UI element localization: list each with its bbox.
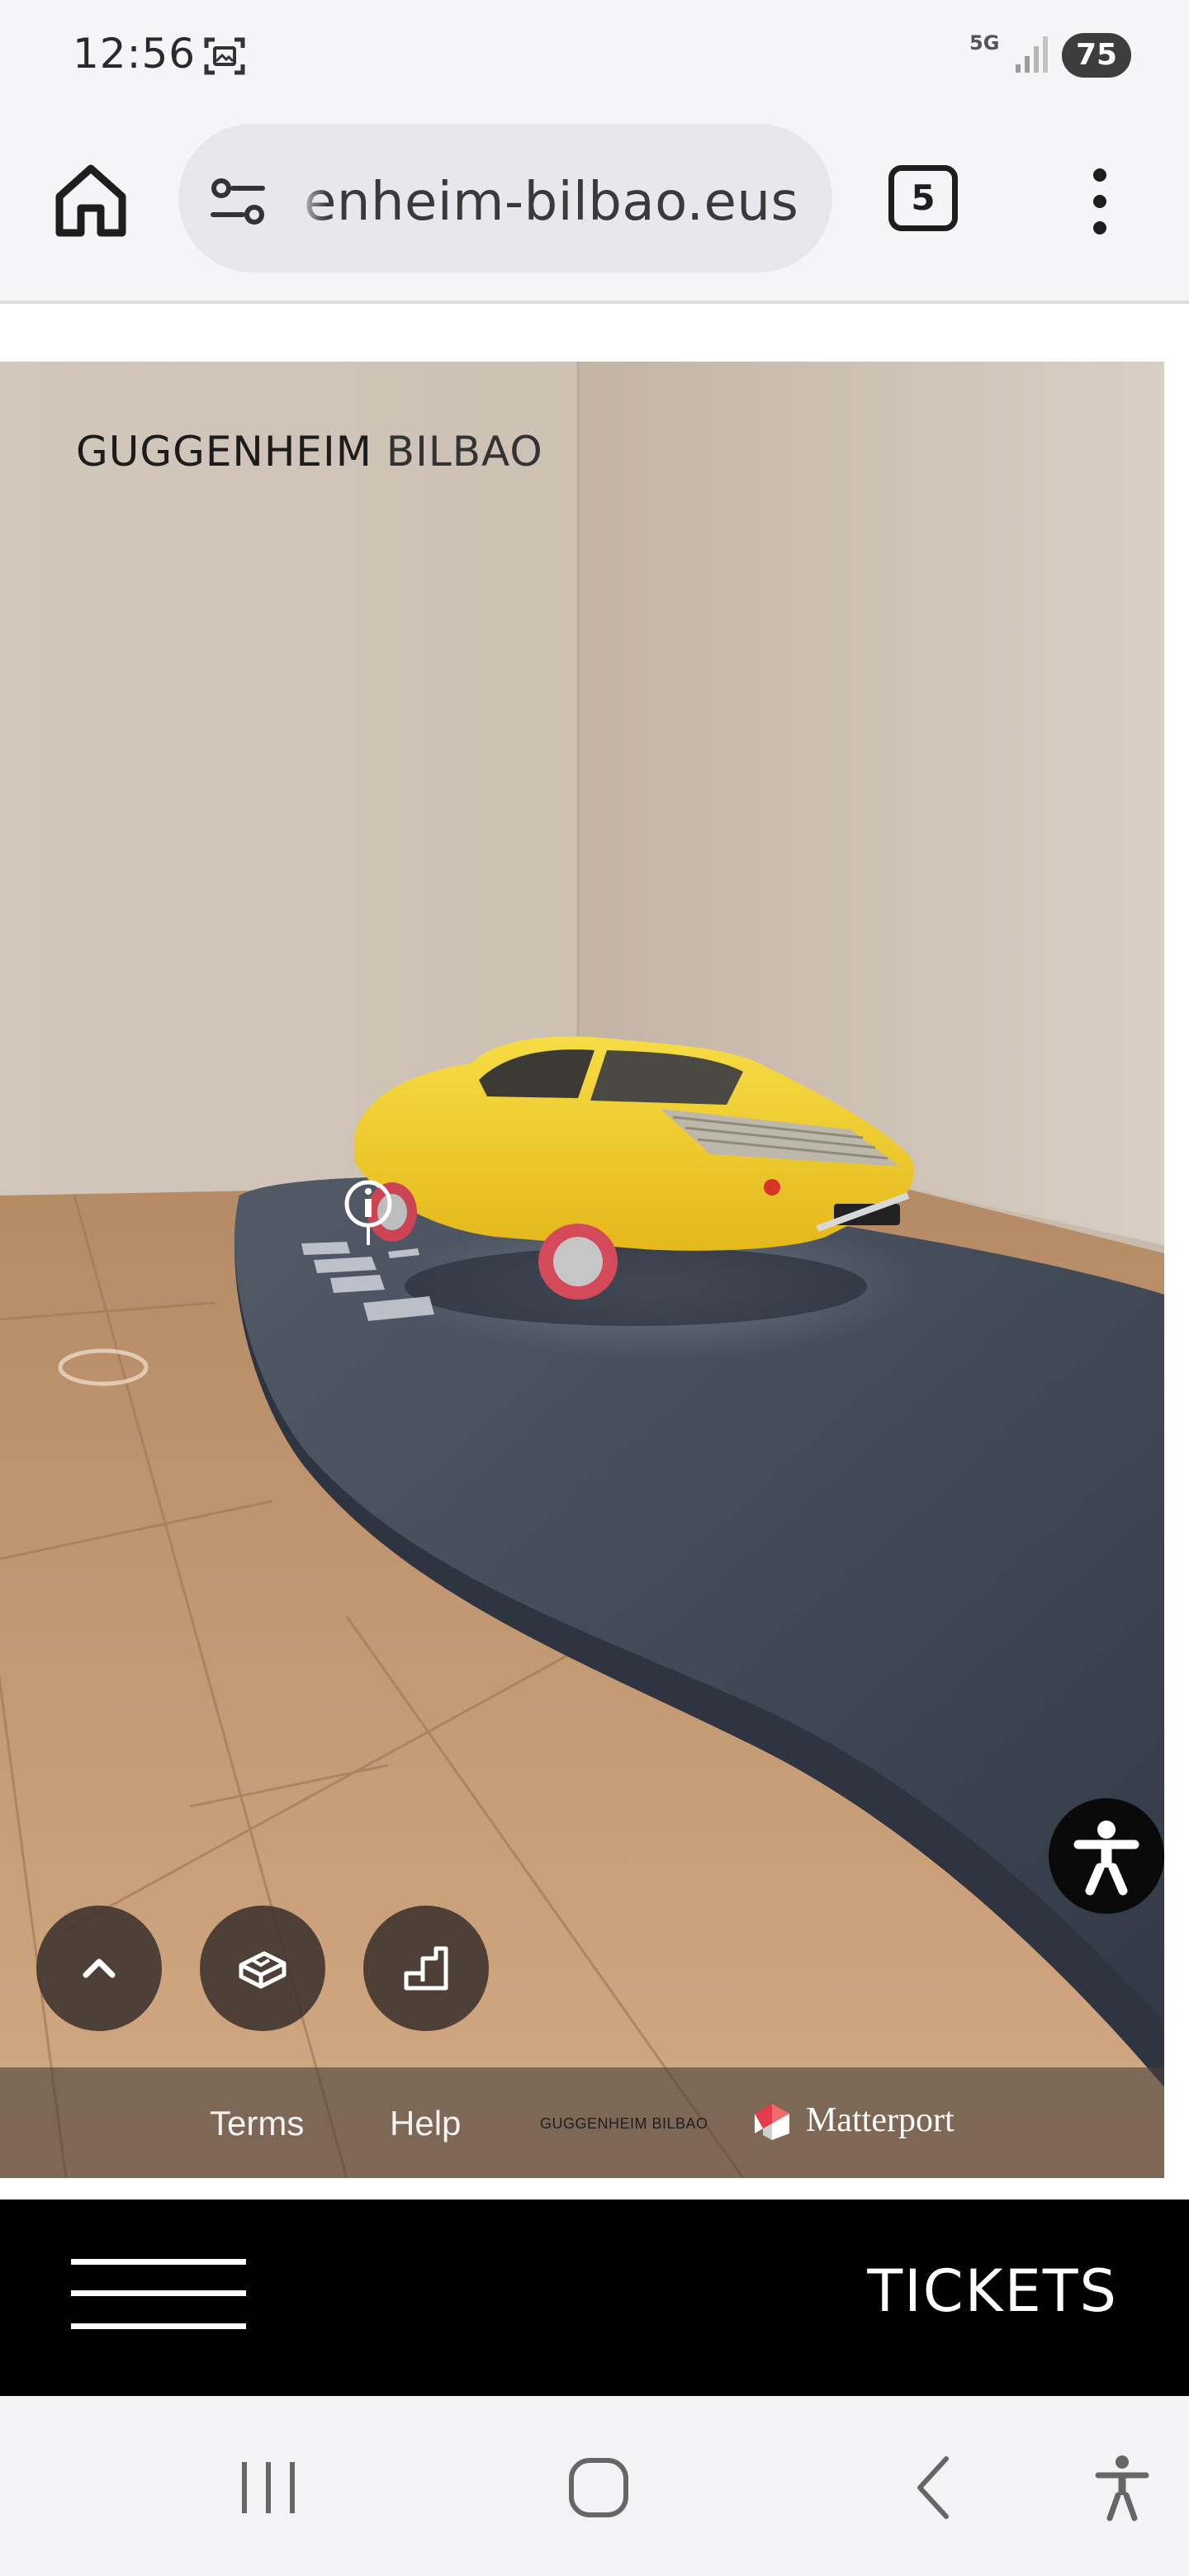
address-bar[interactable]: enheim-bilbao.eus [178,124,832,272]
site-bottom-nav: TICKETS [0,2200,1189,2396]
matterport-logo-icon[interactable] [751,2100,793,2143]
dollhouse-icon [239,1951,287,1989]
terms-link[interactable]: Terms [210,2104,304,2143]
menu-line [71,2259,246,2265]
system-navigation-bar [0,2396,1189,2576]
home-icon[interactable] [51,160,130,239]
hamburger-menu-icon[interactable] [71,2259,246,2330]
menu-line [71,2290,246,2296]
recent-apps-icon[interactable] [231,2451,306,2525]
accessibility-icon [1073,1821,1139,1896]
chevron-up-icon [83,1958,116,1978]
tab-switcher-button[interactable]: 5 [888,165,958,231]
virtual-tour-viewer[interactable]: GUGGENHEIM BILBAO Terms Help GUGGENHEIM … [0,362,1164,2178]
menu-line [71,2323,246,2329]
toolbar-divider [0,301,1189,304]
help-link[interactable]: Help [390,2104,461,2143]
screenshot-icon [204,37,245,75]
status-time: 12:56 [73,30,197,78]
home-nav-icon[interactable] [561,2451,636,2525]
url-text: enheim-bilbao.eus [304,172,799,233]
matterport-link[interactable]: Matterport [806,2100,955,2140]
accessibility-button[interactable] [1049,1798,1164,1914]
back-icon[interactable] [897,2451,971,2525]
viewer-footer: Terms Help GUGGENHEIM BILBAO Matterport [0,2067,1164,2178]
footer-brand-logo[interactable]: GUGGENHEIM BILBAO [540,2115,708,2133]
accessibility-shortcut-icon[interactable] [1085,2451,1159,2525]
status-bar: 12:56 5G 75 [0,0,1189,116]
floorplan-icon [404,1946,448,1991]
network-type: 5G [969,31,1000,54]
floorplan-view-button[interactable] [363,1906,489,2031]
url-fade [294,124,327,272]
tickets-button[interactable]: TICKETS [867,2257,1118,2325]
browser-toolbar: enheim-bilbao.eus 5 [0,116,1189,301]
expand-up-button[interactable] [36,1906,162,2031]
battery-indicator: 75 [1062,33,1131,78]
more-vert-icon[interactable] [1087,167,1113,236]
guggenheim-logo: GUGGENHEIM BILBAO [76,428,543,476]
brand-logo-city: BILBAO [372,428,543,476]
tune-icon[interactable] [208,177,268,226]
signal-icon [1016,36,1048,73]
brand-logo-main: GUGGENHEIM [76,428,372,476]
gallery-scene[interactable] [0,362,1164,2178]
dollhouse-view-button[interactable] [200,1906,325,2031]
